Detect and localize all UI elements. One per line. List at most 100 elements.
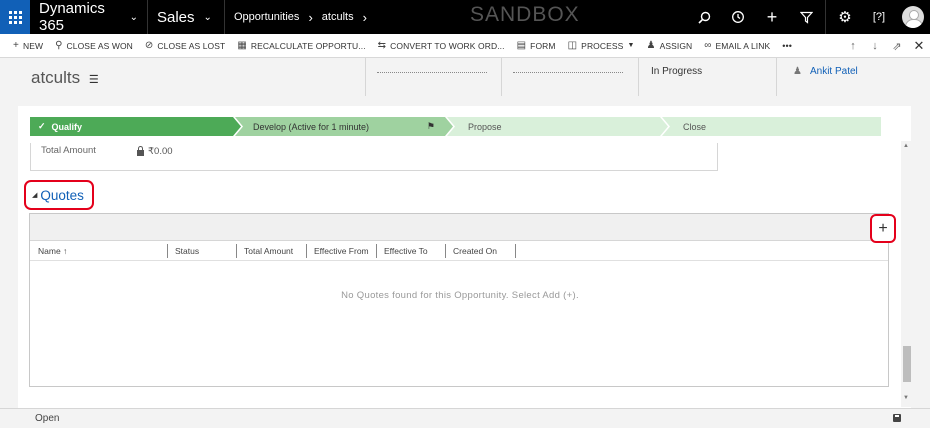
- column-label: Total Amount: [244, 245, 294, 256]
- app-name: Dynamics 365: [39, 0, 105, 34]
- menu-icon[interactable]: ☰: [89, 74, 99, 86]
- convert-to-work-order-button[interactable]: ⇆ CONVERT TO WORK ORD...: [372, 34, 511, 58]
- gear-icon[interactable]: ⚙: [828, 0, 862, 34]
- breadcrumb-record[interactable]: atcults: [322, 11, 354, 23]
- email-a-link-label: EMAIL A LINK: [715, 40, 771, 51]
- top-nav-bar: Dynamics 365 ⌄ Sales ⌄ Opportunities › a…: [0, 0, 930, 34]
- collapse-triangle-icon: ◢: [32, 192, 38, 199]
- app-launcher-button[interactable]: [0, 0, 30, 34]
- header-field-2[interactable]: [501, 58, 627, 96]
- stage-close[interactable]: Close: [662, 117, 881, 136]
- check-icon: ✓: [38, 121, 46, 131]
- form-button[interactable]: ▤ FORM: [511, 34, 562, 58]
- column-header-name[interactable]: Name ↑: [30, 243, 168, 258]
- command-bar: + NEW ⚲ CLOSE AS WON ⊘ CLOSE AS LOST ▦ R…: [0, 34, 930, 58]
- process-button[interactable]: ◫ PROCESS ▼: [562, 34, 641, 58]
- chevron-down-icon: ⌄: [203, 11, 212, 23]
- process-bar: ✓ Qualify Develop (Active for 1 minute) …: [30, 117, 881, 136]
- calculator-icon: ▦: [237, 40, 247, 51]
- column-header-effective-to[interactable]: Effective To: [377, 243, 446, 258]
- arrow-up-icon[interactable]: ↑: [842, 40, 864, 52]
- scrollbar-thumb[interactable]: [903, 346, 911, 382]
- close-as-won-label: CLOSE AS WON: [66, 40, 133, 51]
- convert-icon: ⇆: [377, 40, 387, 51]
- total-amount-value: ₹0.00: [148, 146, 173, 157]
- top-nav-actions: + ⚙ [?]: [687, 0, 930, 34]
- no-entry-icon: ⊘: [144, 40, 154, 51]
- column-header-status[interactable]: Status: [168, 243, 237, 258]
- close-as-lost-label: CLOSE AS LOST: [157, 40, 226, 51]
- save-icon[interactable]: [893, 414, 901, 422]
- column-header-effective-from[interactable]: Effective From: [307, 243, 377, 258]
- column-header-total-amount[interactable]: Total Amount: [237, 243, 307, 258]
- recalculate-button[interactable]: ▦ RECALCULATE OPPORTU...: [231, 34, 371, 58]
- arrow-down-icon[interactable]: ↓: [864, 40, 886, 52]
- column-label: Created On: [453, 245, 497, 256]
- filter-icon[interactable]: [789, 0, 823, 34]
- environment-label: SANDBOX: [470, 3, 580, 26]
- chevron-down-icon: ▼: [627, 42, 635, 49]
- more-commands-button[interactable]: •••: [776, 34, 798, 58]
- assign-label: ASSIGN: [659, 40, 693, 51]
- form-label: FORM: [530, 40, 556, 51]
- form-icon: ▤: [516, 40, 527, 51]
- popout-icon[interactable]: ⇗: [886, 40, 908, 53]
- help-icon[interactable]: [?]: [862, 0, 896, 34]
- divider: [825, 0, 826, 34]
- header-field-1[interactable]: [365, 58, 491, 96]
- owner-link[interactable]: ♟ Ankit Patel: [793, 66, 858, 77]
- waffle-icon: [8, 10, 22, 24]
- stage-label: Qualify: [51, 121, 83, 132]
- grid-header: Name ↑ Status Total Amount Effective Fro…: [30, 241, 888, 261]
- close-icon[interactable]: ✕: [908, 38, 930, 54]
- quotes-grid: + Name ↑ Status Total Amount Effective F…: [29, 213, 896, 387]
- email-a-link-button[interactable]: ∞ EMAIL A LINK: [698, 34, 776, 58]
- column-label: Name ↑: [38, 245, 68, 256]
- avatar[interactable]: [902, 6, 924, 28]
- owner-name: Ankit Patel: [809, 66, 858, 77]
- app-name-menu[interactable]: Dynamics 365 ⌄: [30, 0, 148, 34]
- form-panel: ✓ Qualify Develop (Active for 1 minute) …: [18, 106, 911, 408]
- column-header-created-on[interactable]: Created On: [446, 243, 516, 258]
- header-field-owner: [776, 58, 926, 96]
- stage-label: Close: [683, 121, 707, 132]
- record-name: atcults: [31, 68, 81, 87]
- chevron-right-icon[interactable]: ›: [363, 10, 367, 25]
- total-amount-section: Total Amount ₹0.00: [30, 143, 718, 171]
- more-icon: •••: [782, 40, 793, 51]
- close-as-lost-button[interactable]: ⊘ CLOSE AS LOST: [139, 34, 231, 58]
- flag-icon: ⚑: [426, 121, 435, 131]
- new-button[interactable]: + NEW: [0, 34, 49, 58]
- add-quote-button[interactable]: +: [870, 214, 896, 243]
- plus-icon[interactable]: +: [755, 0, 789, 34]
- stage-propose[interactable]: Propose: [447, 117, 668, 136]
- search-icon[interactable]: [687, 0, 721, 34]
- plus-icon: +: [13, 40, 19, 51]
- scroll-down-icon[interactable]: ▼: [903, 395, 909, 401]
- lock-icon: [137, 145, 144, 156]
- new-label: NEW: [22, 40, 44, 51]
- history-icon[interactable]: [721, 0, 755, 34]
- module-name: Sales: [157, 8, 195, 26]
- quotes-section-header[interactable]: ◢ Quotes: [24, 180, 94, 210]
- breadcrumb: Opportunities › atcults ›: [225, 0, 376, 34]
- quotes-title: Quotes: [40, 187, 84, 203]
- record-title: atcults ☰: [31, 68, 99, 88]
- column-label: Effective From: [314, 245, 369, 256]
- plus-icon: +: [878, 219, 888, 237]
- chevron-right-icon: ›: [308, 9, 313, 25]
- breadcrumb-opportunities[interactable]: Opportunities: [234, 11, 299, 23]
- link-icon: ∞: [704, 40, 712, 51]
- total-amount-label: Total Amount: [41, 145, 96, 156]
- stage-qualify[interactable]: ✓ Qualify: [30, 117, 241, 136]
- close-as-won-button[interactable]: ⚲ CLOSE AS WON: [49, 34, 139, 58]
- record-navigation: ↑ ↓ ⇗ ✕: [842, 34, 930, 58]
- stage-label: Propose: [468, 121, 502, 132]
- scroll-up-icon[interactable]: ▲: [903, 143, 909, 149]
- header-field-status: [638, 58, 768, 96]
- scrollbar[interactable]: ▲ ▼: [901, 141, 912, 407]
- module-menu[interactable]: Sales ⌄: [148, 0, 225, 34]
- person-icon: ♟: [793, 66, 802, 77]
- stage-develop[interactable]: Develop (Active for 1 minute) ⚑: [235, 117, 453, 136]
- assign-button[interactable]: ♟ ASSIGN: [640, 34, 698, 58]
